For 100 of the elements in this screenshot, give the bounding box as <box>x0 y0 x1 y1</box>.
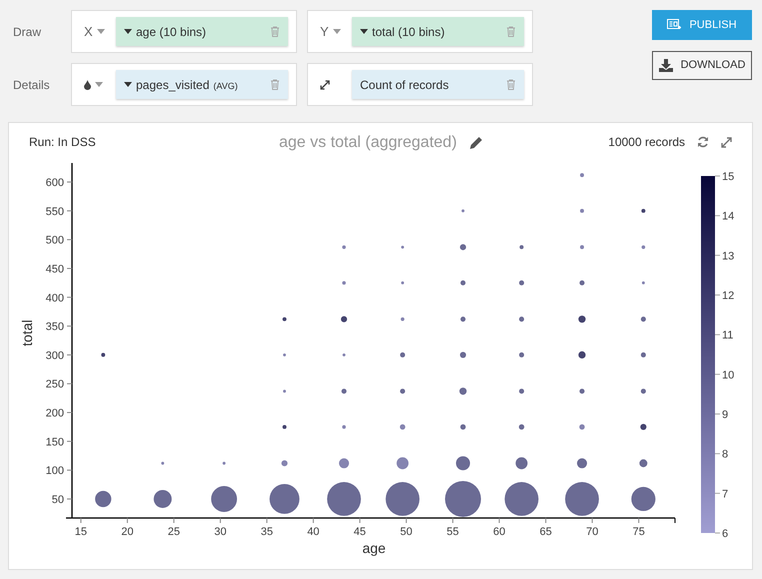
caret-icon <box>124 82 132 87</box>
caret-icon <box>332 29 341 34</box>
color-scale-label: 11 <box>722 330 734 342</box>
color-scale-label: 13 <box>722 250 734 262</box>
field-name: Count of records <box>360 76 450 94</box>
data-bubble <box>459 388 467 395</box>
y-tick-label: 400 <box>46 292 64 304</box>
color-scale-label: 7 <box>722 488 728 500</box>
x-tick-label: 50 <box>400 526 412 538</box>
data-bubble <box>640 388 646 394</box>
caret-icon <box>360 29 368 34</box>
droplet-icon <box>84 80 91 90</box>
data-bubble <box>642 281 645 284</box>
row-label: Details <box>13 76 51 94</box>
row-label: Draw <box>13 24 42 40</box>
data-bubble <box>579 424 585 430</box>
x-tick-label: 15 <box>74 526 87 538</box>
data-bubble <box>222 462 226 465</box>
field-name: total (10 bins) <box>372 24 446 40</box>
data-bubble <box>283 353 286 356</box>
data-bubble <box>580 173 584 178</box>
x-tick-label: 55 <box>446 526 459 538</box>
data-bubble <box>101 352 106 357</box>
x-tick-label: 65 <box>540 526 552 538</box>
data-bubble <box>520 245 524 250</box>
data-bubble <box>396 457 409 470</box>
y-tick-label: 300 <box>46 350 64 362</box>
data-bubble <box>386 482 420 516</box>
data-bubble <box>631 486 656 512</box>
data-bubble <box>580 208 584 213</box>
data-bubble <box>642 245 646 249</box>
y-tick-label: 200 <box>46 408 64 420</box>
data-bubble <box>460 244 466 250</box>
x-tick-label: 20 <box>121 526 134 538</box>
color-scale-label: 6 <box>722 528 728 540</box>
data-bubble <box>400 317 404 321</box>
data-bubble <box>342 425 346 429</box>
color-scale-label: 14 <box>722 210 734 223</box>
x-tick-label: 35 <box>260 526 273 538</box>
data-bubble <box>519 280 524 286</box>
field-chip[interactable]: pages_visited (AVG) <box>116 70 288 99</box>
slot-type-dropdown[interactable]: X <box>84 22 104 42</box>
color-scale-label: 9 <box>722 409 728 421</box>
data-bubble <box>640 352 646 358</box>
resize-arrows-icon <box>320 80 330 90</box>
data-bubble <box>400 388 406 394</box>
field-chip[interactable]: age (10 bins) <box>116 17 288 46</box>
data-bubble <box>576 458 588 468</box>
color-scale-label: 12 <box>722 290 734 302</box>
data-bubble <box>400 352 406 358</box>
expand-icon[interactable] <box>721 136 732 148</box>
x-tick-label: 75 <box>632 526 645 538</box>
caret-icon <box>124 29 132 34</box>
y-tick-label: 600 <box>46 177 64 190</box>
data-bubble <box>580 388 585 394</box>
field-name: age (10 bins) <box>136 24 208 40</box>
data-bubble <box>342 353 346 356</box>
data-bubble <box>578 351 586 358</box>
y-tick-label: 250 <box>46 378 64 391</box>
data-bubble <box>341 388 347 394</box>
slot-type-dropdown[interactable]: Y <box>320 22 340 42</box>
field-name: pages_visited (AVG) <box>136 76 239 94</box>
data-bubble <box>641 208 646 213</box>
x-axis-title: age <box>362 540 386 556</box>
axis-letter: X <box>84 22 93 41</box>
pencil-icon[interactable] <box>468 136 483 150</box>
data-bubble <box>639 459 648 468</box>
color-scale-label: 10 <box>722 369 734 382</box>
x-tick-label: 70 <box>586 526 598 538</box>
data-bubble <box>460 424 466 430</box>
y-tick-label: 550 <box>46 206 64 218</box>
data-bubble <box>401 246 404 249</box>
data-bubble <box>460 352 466 358</box>
x-tick-label: 60 <box>493 526 506 538</box>
y-tick-label: 450 <box>46 263 64 276</box>
data-bubble <box>516 457 528 470</box>
data-bubble <box>456 456 470 470</box>
caret-icon <box>95 82 103 87</box>
data-bubble <box>401 281 404 284</box>
slot-type-dropdown[interactable] <box>84 80 104 90</box>
chart-title: age vs total (aggregated) <box>279 133 457 153</box>
field-chip[interactable]: total (10 bins) <box>352 17 524 46</box>
record-count: 10000 records <box>608 134 685 151</box>
y-tick-label: 500 <box>46 234 64 247</box>
x-tick-label: 45 <box>354 526 366 538</box>
data-bubble <box>338 458 350 468</box>
data-bubble <box>462 209 464 212</box>
caret-icon <box>96 29 105 34</box>
data-bubble <box>580 280 585 286</box>
y-tick-label: 100 <box>46 465 64 478</box>
data-bubble <box>211 486 238 512</box>
data-bubble <box>565 482 599 516</box>
x-tick-label: 30 <box>214 526 226 538</box>
data-bubble <box>283 390 286 393</box>
refresh-icon[interactable] <box>697 136 709 148</box>
data-bubble <box>281 460 288 466</box>
field-chip[interactable]: Count of records <box>352 70 524 99</box>
download-button[interactable]: DOWNLOAD <box>652 51 752 80</box>
data-bubble <box>640 316 646 322</box>
download-icon <box>658 59 673 72</box>
